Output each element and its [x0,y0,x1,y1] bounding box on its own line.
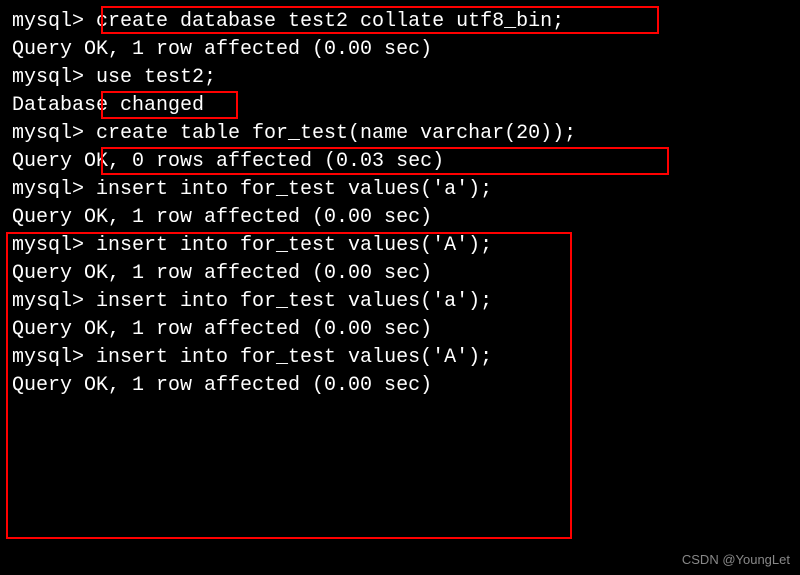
mysql-prompt: mysql> [12,234,96,257]
query-result: Query OK, 1 row affected (0.00 sec) [12,316,788,344]
watermark: CSDN @YoungLet [682,551,790,569]
query-result: Query OK, 0 rows affected (0.03 sec) [12,148,788,176]
mysql-prompt: mysql> [12,178,96,201]
sql-command: create database test2 collate utf8_bin; [96,10,564,33]
terminal-line: mysql> create table for_test(name varcha… [12,120,788,148]
sql-command: insert into for_test values('A'); [96,234,492,257]
query-result: Query OK, 1 row affected (0.00 sec) [12,372,788,400]
sql-command: insert into for_test values('A'); [96,346,492,369]
query-result: Query OK, 1 row affected (0.00 sec) [12,260,788,288]
mysql-prompt: mysql> [12,122,96,145]
sql-command: insert into for_test values('a'); [96,178,492,201]
terminal-line: mysql> insert into for_test values('A'); [12,344,788,372]
terminal-line: mysql> insert into for_test values('a'); [12,288,788,316]
terminal-line: mysql> insert into for_test values('a'); [12,176,788,204]
terminal-line: mysql> create database test2 collate utf… [12,8,788,36]
mysql-prompt: mysql> [12,66,96,89]
mysql-prompt: mysql> [12,290,96,313]
query-result: Query OK, 1 row affected (0.00 sec) [12,36,788,64]
sql-command: insert into for_test values('a'); [96,290,492,313]
terminal-output: mysql> create database test2 collate utf… [12,8,788,400]
terminal-line: mysql> insert into for_test values('A'); [12,232,788,260]
mysql-prompt: mysql> [12,346,96,369]
query-result: Query OK, 1 row affected (0.00 sec) [12,204,788,232]
sql-command: use test2; [96,66,216,89]
query-result: Database changed [12,92,788,120]
terminal-line: mysql> use test2; [12,64,788,92]
mysql-prompt: mysql> [12,10,96,33]
sql-command: create table for_test(name varchar(20)); [96,122,576,145]
